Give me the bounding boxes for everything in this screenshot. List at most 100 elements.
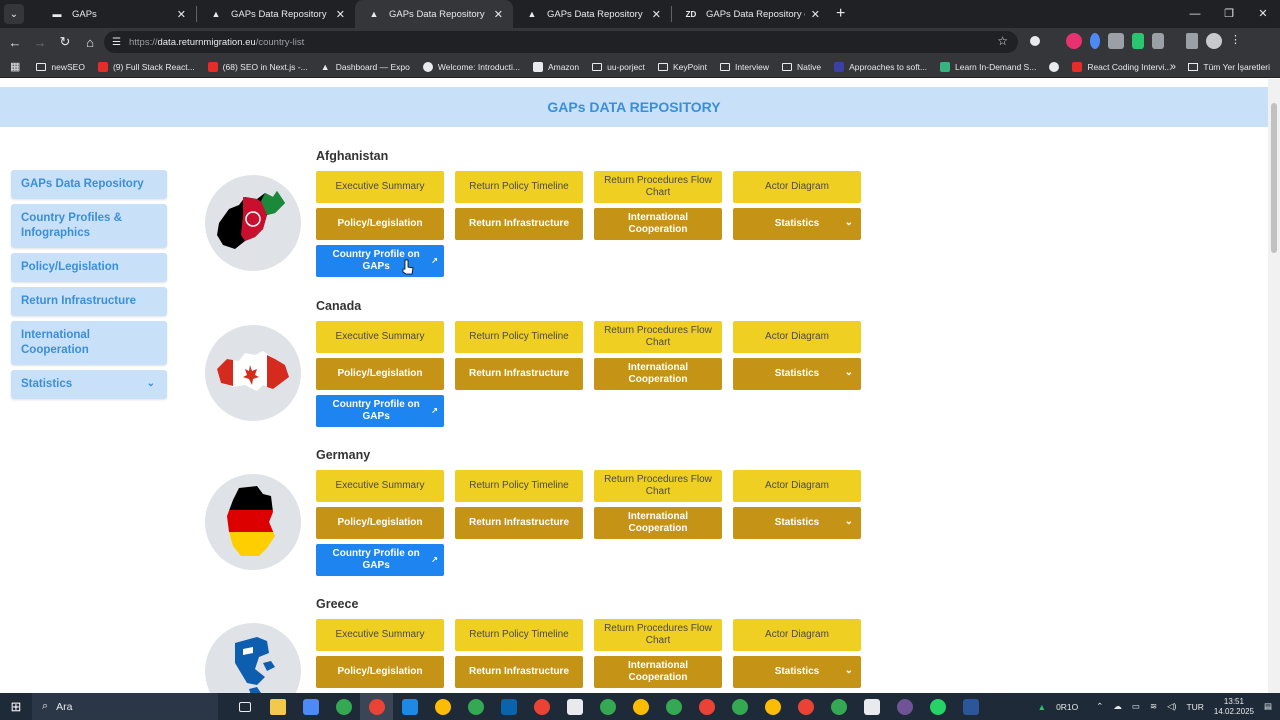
bookmark-approaches[interactable]: Approaches to soft... [834, 61, 927, 72]
executive-summary-button[interactable]: Executive Summary [316, 619, 444, 651]
notifications-icon[interactable]: ▤ [1264, 701, 1272, 712]
tab-1[interactable]: ▬ GAPs ✕ [38, 0, 196, 28]
bookmark-expo-dashboard[interactable]: ▲ Dashboard — Expo [321, 62, 410, 72]
close-icon[interactable]: ✕ [494, 8, 503, 21]
extension-icon[interactable] [1048, 33, 1058, 49]
bookmark-keypoint[interactable]: KeyPoint [657, 62, 707, 72]
all-bookmarks[interactable]: Tüm Yer İşaretleri [1188, 62, 1270, 72]
sidebar-item-gaps-data-repository[interactable]: GAPs Data Repository [11, 170, 167, 199]
adblock-icon[interactable] [1066, 33, 1082, 49]
close-icon[interactable]: ✕ [652, 8, 661, 21]
wifi-icon[interactable]: ≋ [1150, 701, 1157, 712]
actor-diagram-button[interactable]: Actor Diagram [733, 171, 861, 203]
tab-list-icon[interactable] [1186, 33, 1198, 49]
chrome-icon[interactable] [360, 693, 393, 720]
policy-legislation-button[interactable]: Policy/Legislation [316, 208, 444, 240]
policy-legislation-button[interactable]: Policy/Legislation [316, 507, 444, 539]
bookmark-amazon[interactable]: Amazon [532, 61, 579, 72]
country-profile-on-gaps-button[interactable]: Country Profile on GAPs ↗ [316, 544, 444, 576]
language-indicator[interactable]: TUR [1186, 702, 1203, 712]
apps-icon[interactable]: ▦ [10, 60, 20, 73]
sidebar-item-statistics[interactable]: Statistics ⌄ [11, 370, 167, 399]
chrome-icon[interactable] [459, 693, 492, 720]
return-infrastructure-button[interactable]: Return Infrastructure [455, 507, 583, 539]
actor-diagram-button[interactable]: Actor Diagram [733, 619, 861, 651]
chrome-icon[interactable] [591, 693, 624, 720]
chrome-icon[interactable] [624, 693, 657, 720]
clock[interactable]: 13:51 14.02.2025 [1214, 697, 1254, 717]
sidebar-item-country-profiles[interactable]: Country Profiles & Infographics [11, 204, 167, 248]
country-profile-on-gaps-button[interactable]: Country Profile on GAPs ↗ [316, 245, 444, 277]
statistics-dropdown[interactable]: Statistics ⌄ [733, 507, 861, 539]
return-procedures-flow-chart-button[interactable]: Return Procedures Flow Chart [594, 470, 722, 502]
international-cooperation-button[interactable]: International Cooperation [594, 656, 722, 688]
extension-icon[interactable] [1030, 36, 1040, 46]
cloud-icon[interactable]: ☁ [1113, 701, 1122, 712]
tab-5[interactable]: ZD GAPs Data Repository on Retur ✕ [672, 0, 830, 28]
international-cooperation-button[interactable]: International Cooperation [594, 507, 722, 539]
bookmark-star-icon[interactable]: ☆ [997, 34, 1008, 48]
sidebar-item-return-infrastructure[interactable]: Return Infrastructure [11, 287, 167, 316]
task-view-icon[interactable] [228, 693, 261, 720]
extension-icon[interactable] [1090, 33, 1100, 49]
chevron-up-icon[interactable]: ⌃ [1096, 701, 1103, 712]
actor-diagram-button[interactable]: Actor Diagram [733, 321, 861, 353]
profile-avatar[interactable] [1206, 33, 1222, 49]
bookmark-interview[interactable]: Interview [719, 62, 769, 72]
taskbar-search[interactable]: ⌕ Ara [32, 693, 218, 720]
puzzle-icon[interactable] [1152, 33, 1164, 49]
return-policy-timeline-button[interactable]: Return Policy Timeline [455, 171, 583, 203]
bookmark-globe[interactable] [1049, 61, 1060, 72]
page-scrollbar[interactable] [1268, 79, 1280, 693]
bookmark-uu-porject[interactable]: uu-porject [592, 62, 645, 72]
app-icon[interactable] [294, 693, 327, 720]
executive-summary-button[interactable]: Executive Summary [316, 171, 444, 203]
executive-summary-button[interactable]: Executive Summary [316, 470, 444, 502]
minimize-icon[interactable]: — [1178, 0, 1212, 28]
international-cooperation-button[interactable]: International Cooperation [594, 358, 722, 390]
close-icon[interactable]: ✕ [336, 8, 345, 21]
chrome-icon[interactable] [789, 693, 822, 720]
file-explorer-icon[interactable] [261, 693, 294, 720]
bookmark-native[interactable]: Native [781, 62, 821, 72]
app-icon[interactable] [855, 693, 888, 720]
extension-icon[interactable] [1132, 33, 1144, 49]
chrome-icon[interactable] [822, 693, 855, 720]
sidebar-item-international-cooperation[interactable]: International Cooperation [11, 321, 167, 365]
chrome-icon[interactable] [690, 693, 723, 720]
statistics-dropdown[interactable]: Statistics ⌄ [733, 656, 861, 688]
vscode-icon[interactable] [393, 693, 426, 720]
statistics-dropdown[interactable]: Statistics ⌄ [733, 358, 861, 390]
executive-summary-button[interactable]: Executive Summary [316, 321, 444, 353]
battery-icon[interactable]: ▭ [1132, 701, 1140, 712]
whatsapp-icon[interactable] [921, 693, 954, 720]
return-procedures-flow-chart-button[interactable]: Return Procedures Flow Chart [594, 619, 722, 651]
outlook-icon[interactable] [492, 693, 525, 720]
bookmark-newseo[interactable]: newSEO [36, 62, 85, 72]
more-menu-icon[interactable]: ⋮ [1230, 33, 1241, 49]
app-icon[interactable] [558, 693, 591, 720]
chrome-icon[interactable] [426, 693, 459, 720]
forward-icon[interactable]: → [29, 35, 51, 50]
chrome-icon[interactable] [525, 693, 558, 720]
bookmarks-overflow-icon[interactable]: » [1170, 61, 1176, 73]
statistics-dropdown[interactable]: Statistics ⌄ [733, 208, 861, 240]
return-infrastructure-button[interactable]: Return Infrastructure [455, 656, 583, 688]
return-procedures-flow-chart-button[interactable]: Return Procedures Flow Chart [594, 321, 722, 353]
policy-legislation-button[interactable]: Policy/Legislation [316, 656, 444, 688]
restore-icon[interactable]: ❐ [1212, 0, 1246, 28]
scrollbar-thumb[interactable] [1271, 103, 1277, 253]
sidebar-item-policy-legislation[interactable]: Policy/Legislation [11, 253, 167, 282]
chrome-icon[interactable] [657, 693, 690, 720]
windows-start-icon[interactable]: ⊞ [0, 699, 32, 715]
international-cooperation-button[interactable]: International Cooperation [594, 208, 722, 240]
new-tab-button[interactable]: + [836, 5, 845, 23]
home-icon[interactable]: ⌂ [79, 35, 101, 50]
country-profile-on-gaps-button[interactable]: Country Profile on GAPs ↗ [316, 395, 444, 427]
bookmark-welcome[interactable]: Welcome: Introducti... [422, 61, 520, 72]
tab-2[interactable]: ▲ GAPs Data Repository ✕ [197, 0, 355, 28]
github-desktop-icon[interactable] [888, 693, 921, 720]
bookmark-seo-nextjs[interactable]: (68) SEO in Next.js -... [207, 61, 308, 72]
return-policy-timeline-button[interactable]: Return Policy Timeline [455, 619, 583, 651]
back-icon[interactable]: ← [4, 35, 26, 50]
